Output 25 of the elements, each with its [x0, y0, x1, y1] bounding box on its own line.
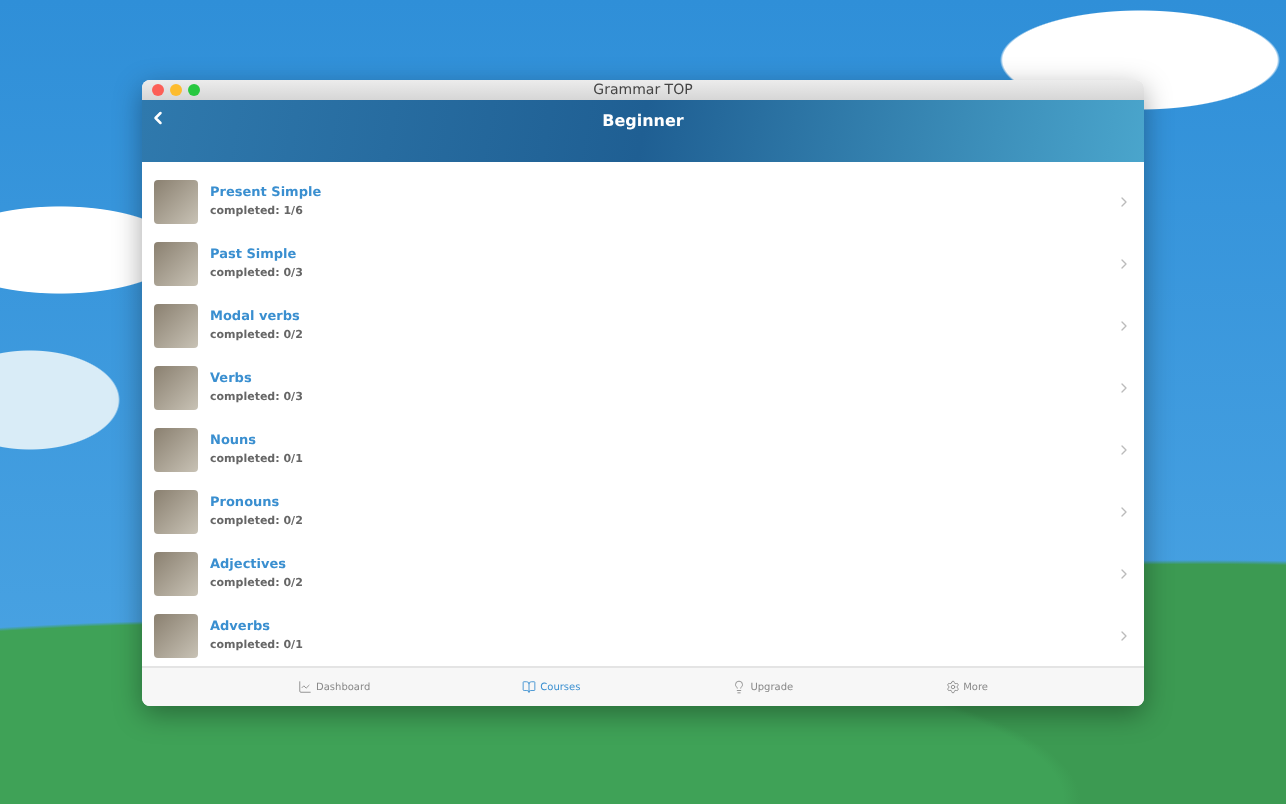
photo-placeholder	[154, 613, 198, 657]
photo-placeholder	[154, 365, 198, 409]
chevron-icon	[1116, 193, 1132, 209]
photo-placeholder	[154, 551, 198, 595]
chevron-icon	[1116, 565, 1132, 581]
book-icon	[522, 680, 537, 694]
chevron-icon	[1116, 379, 1132, 395]
close-button[interactable]	[152, 84, 164, 96]
photo-placeholder	[154, 303, 198, 347]
back-button[interactable]	[148, 108, 168, 129]
chart-icon	[298, 680, 312, 694]
zoom-button[interactable]	[188, 84, 200, 96]
photo-placeholder	[154, 241, 198, 285]
chevron-icon	[1116, 503, 1132, 519]
minimize-button[interactable]	[170, 84, 182, 96]
photo-placeholder	[154, 179, 198, 223]
chevron-icon	[1116, 317, 1132, 333]
chevron-icon	[1116, 255, 1132, 271]
header-title: Beginner	[602, 112, 684, 131]
chevron-icon	[1116, 627, 1132, 643]
photo-placeholder	[154, 427, 198, 471]
photo-placeholder	[154, 489, 198, 533]
chevron-icon	[1116, 441, 1132, 457]
lightbulb-icon	[732, 680, 747, 694]
settings-icon	[945, 680, 960, 694]
